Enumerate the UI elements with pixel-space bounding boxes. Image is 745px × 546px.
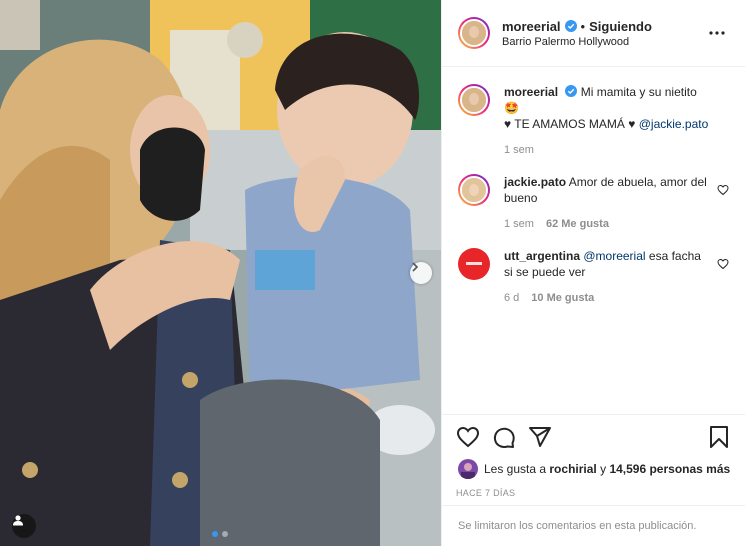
comment-likes[interactable]: 10 Me gusta bbox=[531, 290, 594, 306]
liker-username[interactable]: rochirial bbox=[549, 462, 596, 476]
like-comment-heart-icon[interactable] bbox=[717, 184, 729, 196]
post-photo[interactable] bbox=[0, 0, 441, 546]
comments-limited-notice: Se limitaron los comentarios en esta pub… bbox=[442, 505, 745, 546]
verified-badge-icon bbox=[565, 85, 578, 97]
heart-icon bbox=[456, 426, 480, 448]
bookmark-icon bbox=[710, 426, 728, 448]
user-icon bbox=[13, 515, 23, 526]
comment-time[interactable]: 1 sem bbox=[504, 216, 534, 232]
author-username[interactable]: moreerial bbox=[502, 19, 561, 34]
more-options-button[interactable] bbox=[705, 21, 729, 45]
caption-time[interactable]: 1 sem bbox=[504, 142, 534, 158]
caption-author[interactable]: moreerial bbox=[504, 85, 558, 99]
comment-time[interactable]: 6 d bbox=[504, 290, 519, 306]
verified-badge-icon bbox=[564, 20, 577, 32]
likes-connector: y bbox=[600, 462, 607, 476]
commenter-avatar[interactable] bbox=[458, 174, 490, 206]
post-sidebar: moreerial • Siguiendo Barrio Palermo Hol… bbox=[441, 0, 745, 546]
caption-mention[interactable]: @jackie.pato bbox=[639, 117, 709, 131]
avatar-image bbox=[458, 459, 478, 479]
comment-author[interactable]: utt_argentina bbox=[504, 249, 580, 263]
comment-author[interactable]: jackie.pato bbox=[504, 175, 566, 189]
paper-plane-icon bbox=[529, 427, 551, 447]
post-actions: Les gusta a rochirial y 14,596 personas … bbox=[442, 414, 745, 498]
liker-avatar[interactable] bbox=[458, 459, 478, 479]
tagged-users-button[interactable] bbox=[12, 514, 36, 538]
likes-summary: Les gusta a rochirial y 14,596 personas … bbox=[456, 459, 731, 479]
avatar-image bbox=[462, 88, 486, 112]
caption-text-line2: ♥ TE AMAMOS MAMÁ ♥ bbox=[504, 117, 639, 131]
post-time-ago[interactable]: HACE 7 DÍAS bbox=[456, 488, 731, 498]
post-header: moreerial • Siguiendo Barrio Palermo Hol… bbox=[442, 0, 745, 67]
following-button[interactable]: Siguiendo bbox=[589, 19, 652, 34]
post-location[interactable]: Barrio Palermo Hollywood bbox=[502, 36, 705, 48]
comment-likes[interactable]: 62 Me gusta bbox=[546, 216, 609, 232]
utt-logo-icon bbox=[466, 262, 482, 265]
author-avatar[interactable] bbox=[458, 17, 490, 49]
separator-dot: • bbox=[580, 18, 586, 34]
carousel-dot-active bbox=[212, 531, 218, 537]
post-modal: moreerial • Siguiendo Barrio Palermo Hol… bbox=[0, 0, 745, 546]
share-button[interactable] bbox=[528, 425, 552, 449]
next-photo-button[interactable] bbox=[410, 262, 432, 284]
avatar-image bbox=[462, 178, 486, 202]
commenter-avatar[interactable] bbox=[458, 248, 490, 280]
save-button[interactable] bbox=[707, 425, 731, 449]
comments-list[interactable]: moreerial Mi mamita y su nietito🤩 ♥ TE A… bbox=[442, 68, 745, 414]
comment-item: jackie.pato Amor de abuela, amor del bue… bbox=[458, 174, 729, 232]
comment-button[interactable] bbox=[492, 425, 516, 449]
like-comment-heart-icon[interactable] bbox=[717, 258, 729, 270]
caption: moreerial Mi mamita y su nietito🤩 ♥ TE A… bbox=[458, 84, 729, 158]
more-horizontal-icon bbox=[709, 31, 725, 35]
photo-image bbox=[0, 0, 441, 546]
carousel-dot bbox=[222, 531, 228, 537]
likes-count[interactable]: 14,596 personas más bbox=[609, 462, 730, 476]
like-button[interactable] bbox=[456, 425, 480, 449]
comment-item: utt_argentina @moreerial esa facha si se… bbox=[458, 248, 729, 306]
comment-icon bbox=[493, 427, 515, 448]
comment-mention[interactable]: @moreerial bbox=[583, 249, 645, 263]
caption-author-avatar[interactable] bbox=[458, 84, 490, 116]
carousel-indicator bbox=[212, 531, 228, 537]
likes-prefix: Les gusta a bbox=[484, 462, 547, 476]
avatar-image bbox=[462, 21, 486, 45]
chevron-right-icon bbox=[412, 262, 419, 272]
